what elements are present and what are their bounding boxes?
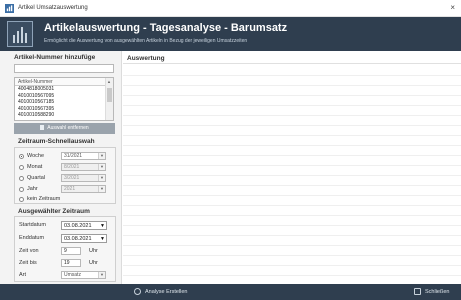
remove-selection-label: Auswahl entfernen bbox=[47, 125, 89, 131]
radio-no-period[interactable]: kein Zeitraum bbox=[19, 195, 60, 203]
month-select: 8/2021 ▼ bbox=[61, 163, 106, 171]
grid-line bbox=[123, 225, 461, 226]
grid-line bbox=[123, 155, 461, 156]
chevron-down-icon[interactable]: ▼ bbox=[98, 272, 105, 278]
grid-line bbox=[123, 165, 461, 166]
week-select[interactable]: 31/2021 ▼ bbox=[61, 152, 106, 160]
time-to-input[interactable]: 19 bbox=[61, 259, 81, 267]
create-analysis-button[interactable]: Analyse Erstellen bbox=[134, 287, 188, 297]
grid-line bbox=[123, 185, 461, 186]
year-select: 2021 ▼ bbox=[61, 185, 106, 193]
grid-line bbox=[123, 245, 461, 246]
selected-period-label: Ausgewählter Zeitraum bbox=[18, 208, 90, 215]
grid-line bbox=[123, 145, 461, 146]
dropdown-icon[interactable]: ▼ bbox=[100, 223, 105, 229]
article-number-input[interactable] bbox=[14, 64, 114, 73]
radio-button[interactable] bbox=[19, 175, 24, 181]
grid-line bbox=[123, 85, 461, 86]
selected-period-group: Startdatum 03.08.2021 ▼ Enddatum 03.08.20… bbox=[14, 216, 116, 282]
evaluation-panel: Auswertung bbox=[123, 51, 461, 284]
grid-line bbox=[123, 175, 461, 176]
radio-button[interactable] bbox=[19, 186, 24, 192]
bar-chart-icon bbox=[7, 21, 33, 47]
radio-button[interactable] bbox=[19, 196, 24, 202]
quarter-select: 3/2021 ▼ bbox=[61, 174, 106, 182]
grid-line bbox=[123, 135, 461, 136]
start-date-label: Startdatum bbox=[19, 222, 46, 228]
time-to-unit: Uhr bbox=[89, 260, 98, 266]
radio-button[interactable] bbox=[19, 164, 24, 170]
grid-line bbox=[123, 215, 461, 216]
chevron-down-icon: ▼ bbox=[98, 175, 105, 181]
grid-line bbox=[123, 235, 461, 236]
remove-selection-button[interactable]: Auswahl entfernen bbox=[14, 123, 115, 134]
grid-line bbox=[123, 195, 461, 196]
time-from-label: Zeit von bbox=[19, 248, 39, 254]
grid-line bbox=[123, 275, 461, 276]
grid-line bbox=[123, 75, 461, 76]
grid-line bbox=[123, 95, 461, 96]
analysis-icon bbox=[134, 288, 141, 295]
page-subtitle: Ermöglicht die Auswertung von ausgewählt… bbox=[44, 38, 248, 44]
article-section-label: Artikel-Nummer hinzufüge bbox=[14, 54, 96, 61]
evaluation-header: Auswertung bbox=[123, 54, 461, 64]
close-icon[interactable]: × bbox=[450, 3, 455, 12]
exit-icon bbox=[414, 288, 421, 295]
trash-icon bbox=[40, 125, 45, 130]
grid-line bbox=[123, 265, 461, 266]
grid-line bbox=[123, 205, 461, 206]
type-select[interactable]: Umsatz ▼ bbox=[61, 271, 106, 279]
list-item[interactable]: 4010010588290 bbox=[15, 112, 113, 119]
chevron-down-icon: ▼ bbox=[98, 186, 105, 192]
page-header: Artikelauswertung - Tagesanalyse - Barum… bbox=[0, 17, 461, 51]
left-panel: Artikel-Nummer hinzufüge Artikel-Nummer … bbox=[0, 51, 122, 284]
period-group: Woche 31/2021 ▼ Monat 8/2021 ▼ Quartal 3/2… bbox=[14, 147, 116, 204]
scroll-thumb[interactable] bbox=[107, 88, 112, 102]
period-section-label: Zeitraum-Schnellauswah bbox=[18, 138, 95, 145]
radio-week[interactable]: Woche bbox=[19, 152, 44, 160]
chevron-down-icon[interactable]: ▼ bbox=[98, 153, 105, 159]
end-date-label: Enddatum bbox=[19, 235, 45, 241]
time-from-input[interactable]: 9 bbox=[61, 247, 81, 255]
type-label: Art bbox=[19, 272, 27, 278]
radio-button[interactable] bbox=[19, 153, 24, 159]
time-to-label: Zeit bis bbox=[19, 260, 37, 266]
end-date-picker[interactable]: 03.08.2021 ▼ bbox=[61, 234, 107, 243]
chevron-down-icon: ▼ bbox=[98, 164, 105, 170]
radio-month[interactable]: Monat bbox=[19, 163, 42, 171]
window-title: Artikel Umsatzauswertung bbox=[18, 5, 88, 11]
footer-bar: Analyse Erstellen Schließen bbox=[0, 284, 461, 300]
window-titlebar: Artikel Umsatzauswertung × bbox=[0, 0, 461, 17]
radio-quarter[interactable]: Quartal bbox=[19, 174, 45, 182]
grid-line bbox=[123, 115, 461, 116]
article-list[interactable]: Artikel-Nummer 4004818005031 40100105670… bbox=[14, 77, 114, 121]
scroll-up-icon[interactable]: ▲ bbox=[107, 79, 111, 84]
dropdown-icon[interactable]: ▼ bbox=[100, 236, 105, 242]
grid-line bbox=[123, 105, 461, 106]
page-title: Artikelauswertung - Tagesanalyse - Barum… bbox=[44, 22, 288, 34]
close-button[interactable]: Schließen bbox=[414, 287, 449, 297]
radio-year[interactable]: Jahr bbox=[19, 185, 38, 193]
article-list-header: Artikel-Nummer bbox=[15, 78, 113, 86]
article-list-scrollbar[interactable]: ▲ bbox=[105, 78, 113, 120]
app-icon bbox=[5, 3, 14, 13]
grid-line bbox=[123, 255, 461, 256]
start-date-picker[interactable]: 03.08.2021 ▼ bbox=[61, 221, 107, 230]
grid-line bbox=[123, 125, 461, 126]
time-from-unit: Uhr bbox=[89, 248, 98, 254]
